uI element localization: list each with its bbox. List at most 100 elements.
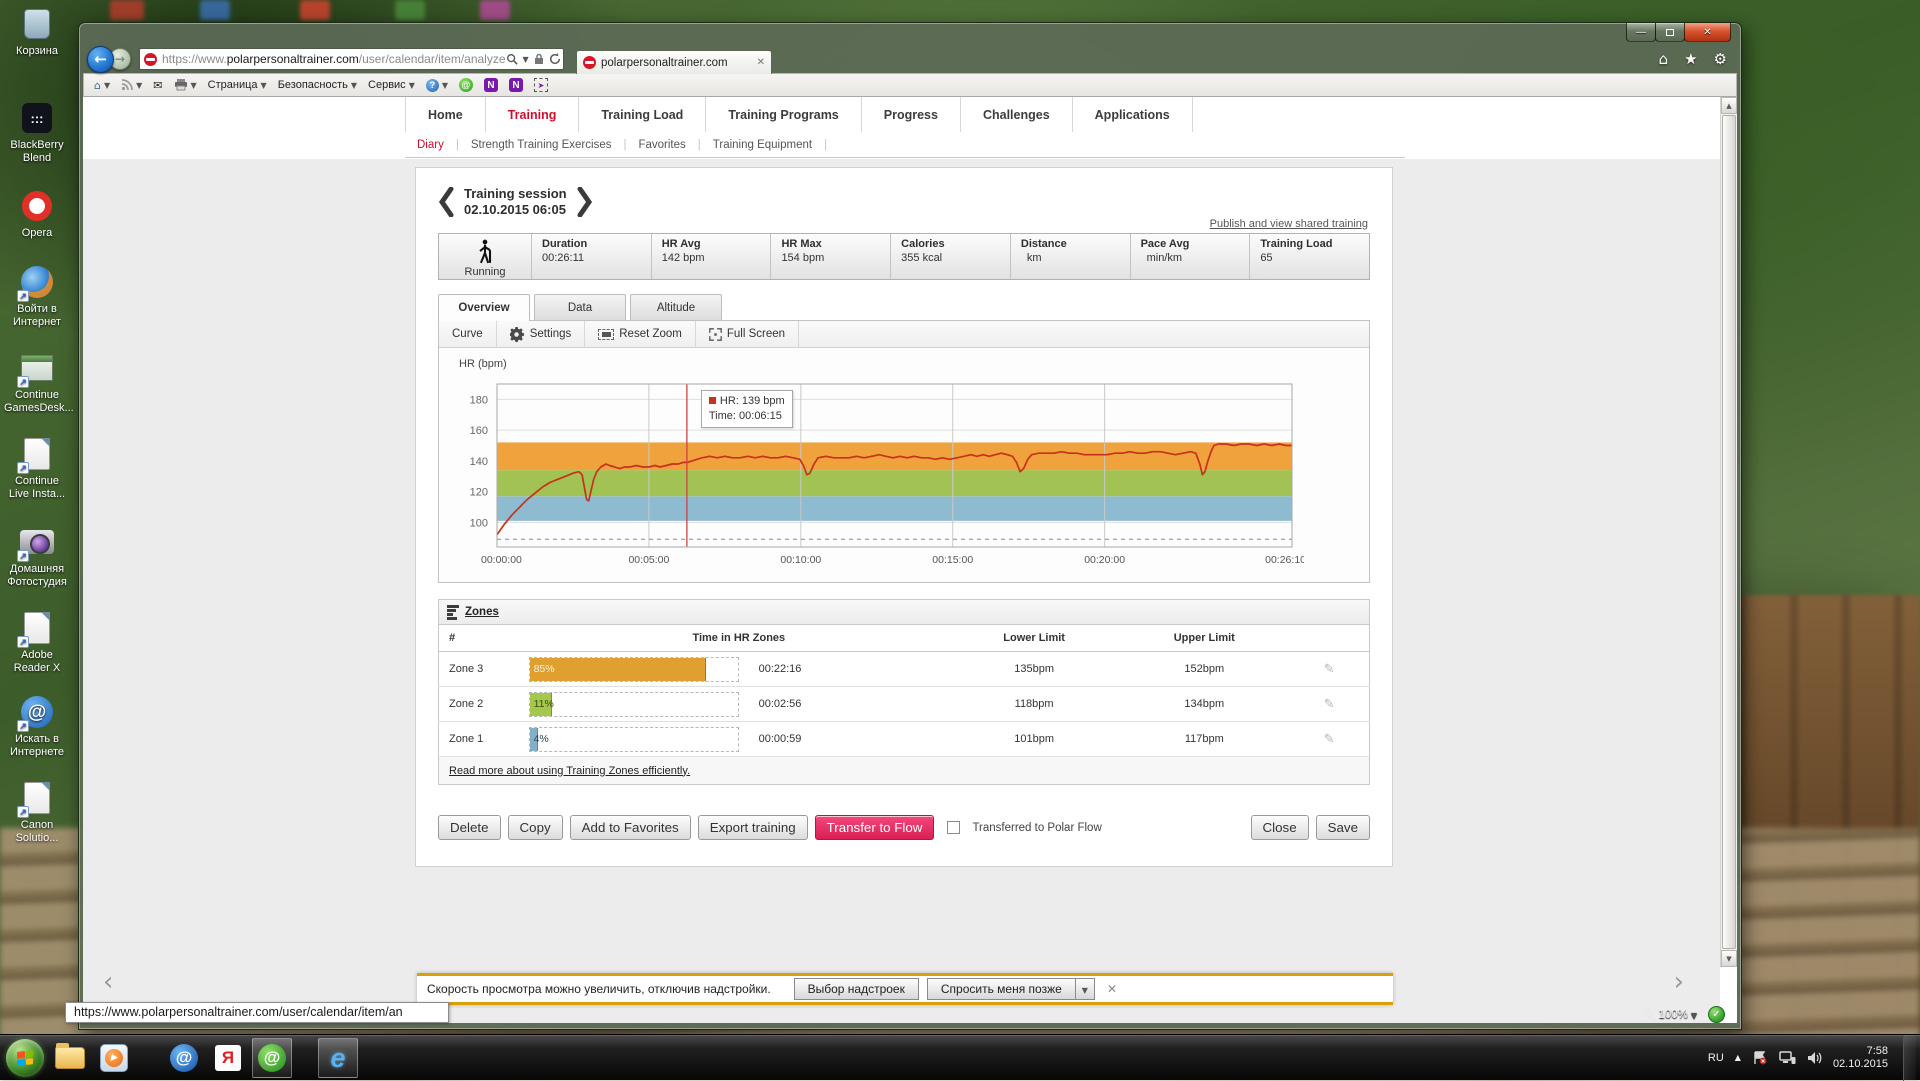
- tab-close-icon[interactable]: ✕: [757, 57, 765, 68]
- desktop-icon-live-installer[interactable]: ↗ Continue Live Insta...: [4, 436, 70, 501]
- nav-training-load[interactable]: Training Load: [578, 97, 705, 132]
- window-titlebar[interactable]: — ✕: [83, 23, 1737, 45]
- send-to-onenote-icon[interactable]: ➤: [534, 78, 548, 92]
- copy-button[interactable]: Copy: [508, 815, 563, 840]
- notification-close-icon[interactable]: ✕: [1107, 982, 1117, 996]
- taskbar-clock[interactable]: 7:58 02.10.2015: [1833, 1045, 1892, 1071]
- desktop-icon-canon[interactable]: ↗ Canon Solutio...: [4, 780, 70, 845]
- edit-zone-icon[interactable]: ✎: [1324, 662, 1335, 677]
- desktop-icon-adobe-reader[interactable]: ↗ Adobe Reader X: [4, 610, 70, 675]
- back-button[interactable]: ←: [87, 46, 114, 73]
- home-menu-button[interactable]: ⌂▼: [94, 79, 110, 92]
- nav-training[interactable]: Training: [485, 97, 579, 132]
- onenote-linked-notes-icon[interactable]: N: [509, 78, 523, 92]
- curve-button[interactable]: Curve: [439, 321, 497, 347]
- publish-shared-training-link[interactable]: Publish and view shared training: [1210, 218, 1368, 230]
- edit-zone-icon[interactable]: ✎: [1324, 697, 1335, 712]
- refresh-icon[interactable]: [549, 53, 561, 65]
- print-button[interactable]: ▼: [174, 79, 197, 91]
- page-scroll-right-icon[interactable]: ›: [1674, 967, 1684, 997]
- network-icon[interactable]: [1779, 1051, 1796, 1065]
- desktop-icon-photo-studio[interactable]: ↗ Домашняя Фотостудия: [4, 524, 70, 589]
- minimize-button[interactable]: —: [1626, 23, 1656, 42]
- settings-button[interactable]: Settings: [497, 321, 586, 347]
- taskbar-yandex[interactable]: Я: [208, 1038, 248, 1078]
- delete-button[interactable]: Delete: [438, 815, 501, 840]
- close-button[interactable]: ✕: [1684, 23, 1731, 42]
- training-zones-read-more-link[interactable]: Read more about using Training Zones eff…: [449, 765, 690, 777]
- show-desktop-button[interactable]: [1903, 1035, 1916, 1081]
- subnav-training-equipment[interactable]: Training Equipment: [701, 139, 824, 151]
- agent-addon-icon[interactable]: @: [459, 78, 473, 92]
- desktop-icon-opera[interactable]: Opera: [4, 188, 70, 240]
- desktop-icon-blackberry-blend[interactable]: ::: BlackBerry Blend: [4, 100, 70, 165]
- vertical-scrollbar[interactable]: ▲ ▼: [1720, 97, 1737, 967]
- nav-progress[interactable]: Progress: [861, 97, 960, 132]
- feeds-button[interactable]: ▼: [121, 79, 142, 91]
- desktop-icon-recycle-bin[interactable]: Корзина: [4, 6, 70, 58]
- previous-session-arrow[interactable]: [438, 187, 454, 217]
- reset-zoom-button[interactable]: Reset Zoom: [585, 321, 696, 347]
- tab-data[interactable]: Data: [534, 294, 626, 320]
- taskbar-mail-agent[interactable]: @: [252, 1038, 292, 1078]
- onenote-addon-icon[interactable]: N: [484, 78, 498, 92]
- taskbar-mail-ru[interactable]: @: [164, 1038, 204, 1078]
- tools-gear-icon[interactable]: ⚙: [1714, 50, 1727, 68]
- desktop-icon-search-internet[interactable]: @↗ Искать в Интернете: [4, 694, 70, 759]
- maximize-button[interactable]: [1655, 23, 1685, 42]
- nav-training-programs[interactable]: Training Programs: [705, 97, 860, 132]
- transferred-checkbox[interactable]: [947, 821, 960, 834]
- scroll-up-arrow[interactable]: ▲: [1721, 97, 1737, 114]
- action-center-flag-icon[interactable]: [1752, 1051, 1768, 1065]
- tab-overview[interactable]: Overview: [438, 294, 530, 321]
- save-button[interactable]: Save: [1316, 815, 1370, 840]
- choose-addons-button[interactable]: Выбор надстроек: [794, 978, 919, 1000]
- nav-home[interactable]: Home: [405, 97, 485, 132]
- safety-menu[interactable]: Безопасность▼: [278, 79, 357, 91]
- page-scroll-left-icon[interactable]: ‹: [103, 967, 113, 997]
- desktop-icon-internet[interactable]: ↗ Войти в Интернет: [4, 264, 70, 329]
- home-icon[interactable]: ⌂: [1659, 50, 1669, 68]
- desktop-icon-gamesdesk[interactable]: ↗ Continue GamesDesk...: [4, 350, 70, 415]
- edit-zone-icon[interactable]: ✎: [1324, 732, 1335, 747]
- page-menu[interactable]: Страница▼: [208, 79, 267, 91]
- export-training-button[interactable]: Export training: [698, 815, 808, 840]
- scroll-down-arrow[interactable]: ▼: [1721, 950, 1737, 967]
- zones-link[interactable]: Zones: [465, 606, 499, 618]
- command-bar: ⌂▼ ▼ ✉ ▼ Страница▼ Безопасность▼ Сервис▼…: [83, 73, 1737, 97]
- add-to-favorites-button[interactable]: Add to Favorites: [570, 815, 691, 840]
- mail-button[interactable]: ✉: [153, 79, 162, 92]
- subnav-diary[interactable]: Diary: [405, 139, 456, 151]
- tab-altitude[interactable]: Altitude: [630, 294, 722, 320]
- nav-applications[interactable]: Applications: [1072, 97, 1193, 132]
- search-icon[interactable]: [506, 53, 518, 65]
- transfer-to-flow-button[interactable]: Transfer to Flow: [815, 815, 935, 840]
- help-menu[interactable]: ?▼: [426, 79, 448, 92]
- browser-zoom-control[interactable]: 100%▼: [1643, 1009, 1697, 1021]
- hr-chart[interactable]: 10012014016018000:00:0000:05:0000:10:000…: [439, 370, 1369, 582]
- volume-icon[interactable]: [1807, 1051, 1822, 1065]
- session-actions: Delete Copy Add to Favorites Export trai…: [438, 815, 1370, 840]
- language-indicator[interactable]: RU: [1708, 1052, 1724, 1064]
- taskbar-media-player[interactable]: ▶: [94, 1038, 134, 1078]
- browser-tab[interactable]: polarpersonaltrainer.com ✕: [576, 50, 772, 74]
- taskbar-explorer[interactable]: [50, 1038, 90, 1078]
- start-button[interactable]: [6, 1039, 44, 1077]
- scrollbar-thumb[interactable]: [1722, 115, 1736, 949]
- subnav-strength-training[interactable]: Strength Training Exercises: [459, 139, 624, 151]
- close-session-button[interactable]: Close: [1251, 815, 1309, 840]
- next-session-arrow[interactable]: [577, 187, 593, 217]
- address-bar[interactable]: https://www.polarpersonaltrainer.com/use…: [139, 48, 564, 70]
- subnav-favorites[interactable]: Favorites: [626, 139, 697, 151]
- nav-challenges[interactable]: Challenges: [960, 97, 1072, 132]
- favorites-star-icon[interactable]: ★: [1684, 50, 1697, 68]
- browser-window: — ✕ ← → https://www.polarpersonaltrainer…: [78, 22, 1742, 1030]
- taskbar-internet-explorer[interactable]: e: [318, 1038, 358, 1078]
- tray-expand-icon[interactable]: ▲: [1735, 1053, 1741, 1062]
- ask-me-later-button[interactable]: Спросить меня позже: [927, 978, 1076, 1000]
- search-dropdown-icon[interactable]: ▼: [523, 55, 529, 64]
- full-screen-button[interactable]: Full Screen: [696, 321, 799, 347]
- tools-menu[interactable]: Сервис▼: [368, 79, 415, 91]
- ask-me-later-dropdown[interactable]: ▼: [1076, 978, 1095, 1000]
- zone2-bar: 11%: [530, 693, 553, 716]
